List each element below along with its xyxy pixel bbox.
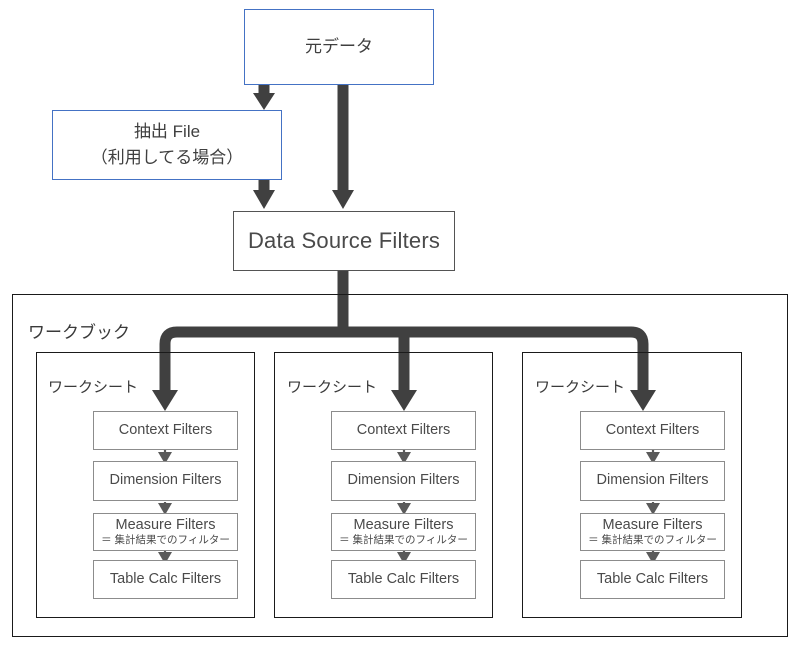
filter-title: Context Filters bbox=[356, 421, 451, 438]
workbook-label: ワークブック bbox=[28, 323, 130, 342]
worksheet-2-filter-dimension[interactable]: Dimension Filters bbox=[331, 461, 476, 501]
filter-title: Measure Filters bbox=[115, 516, 216, 533]
worksheet-3-filter-tablecalc[interactable]: Table Calc Filters bbox=[580, 560, 725, 599]
node-source-data-label: 元データ bbox=[305, 36, 373, 56]
worksheet-1-filter-context[interactable]: Context Filters bbox=[93, 411, 238, 450]
filter-subtitle: ＝ 集計結果でのフィルター bbox=[588, 533, 717, 546]
worksheet-2-label: ワークシート bbox=[287, 379, 378, 396]
worksheet-3-filter-context[interactable]: Context Filters bbox=[580, 411, 725, 450]
worksheet-3-filter-measure[interactable]: Measure Filters ＝ 集計結果でのフィルター bbox=[580, 513, 725, 551]
worksheet-3-label: ワークシート bbox=[535, 379, 626, 396]
node-data-source-filters[interactable]: Data Source Filters bbox=[233, 211, 455, 271]
worksheet-1-filter-tablecalc[interactable]: Table Calc Filters bbox=[93, 560, 238, 599]
arrowhead-source-to-dsf bbox=[332, 190, 354, 209]
worksheet-2-filter-context[interactable]: Context Filters bbox=[331, 411, 476, 450]
worksheet-1-filter-dimension[interactable]: Dimension Filters bbox=[93, 461, 238, 501]
filter-title: Measure Filters bbox=[602, 516, 703, 533]
arrowhead-source-to-extract bbox=[253, 93, 275, 110]
filter-title: Context Filters bbox=[605, 421, 700, 438]
node-source-data[interactable]: 元データ bbox=[244, 9, 434, 85]
worksheet-1-filter-measure[interactable]: Measure Filters ＝ 集計結果でのフィルター bbox=[93, 513, 238, 551]
worksheet-2-filter-tablecalc[interactable]: Table Calc Filters bbox=[331, 560, 476, 599]
worksheet-3-filter-dimension[interactable]: Dimension Filters bbox=[580, 461, 725, 501]
filter-title: Context Filters bbox=[118, 421, 213, 438]
filter-title: Dimension Filters bbox=[109, 472, 222, 489]
arrowhead-extract-to-dsf bbox=[253, 190, 275, 209]
node-extract-file[interactable]: 抽出 File （利用してる場合） bbox=[52, 110, 282, 180]
filter-title: Dimension Filters bbox=[347, 472, 460, 489]
node-extract-file-line2: （利用してる場合） bbox=[90, 148, 244, 167]
filter-title: Table Calc Filters bbox=[596, 570, 709, 587]
filter-title: Dimension Filters bbox=[596, 472, 709, 489]
node-data-source-filters-label: Data Source Filters bbox=[247, 228, 441, 253]
filter-title: Table Calc Filters bbox=[109, 570, 222, 587]
filter-subtitle: ＝ 集計結果でのフィルター bbox=[101, 533, 230, 546]
diagram-canvas: 元データ 抽出 File （利用してる場合） Data Source Filte… bbox=[0, 0, 800, 649]
worksheet-1-label: ワークシート bbox=[48, 379, 139, 396]
worksheet-2-filter-measure[interactable]: Measure Filters ＝ 集計結果でのフィルター bbox=[331, 513, 476, 551]
filter-title: Measure Filters bbox=[353, 516, 454, 533]
node-extract-file-line1: 抽出 File bbox=[133, 121, 201, 141]
filter-subtitle: ＝ 集計結果でのフィルター bbox=[339, 533, 468, 546]
filter-title: Table Calc Filters bbox=[347, 570, 460, 587]
